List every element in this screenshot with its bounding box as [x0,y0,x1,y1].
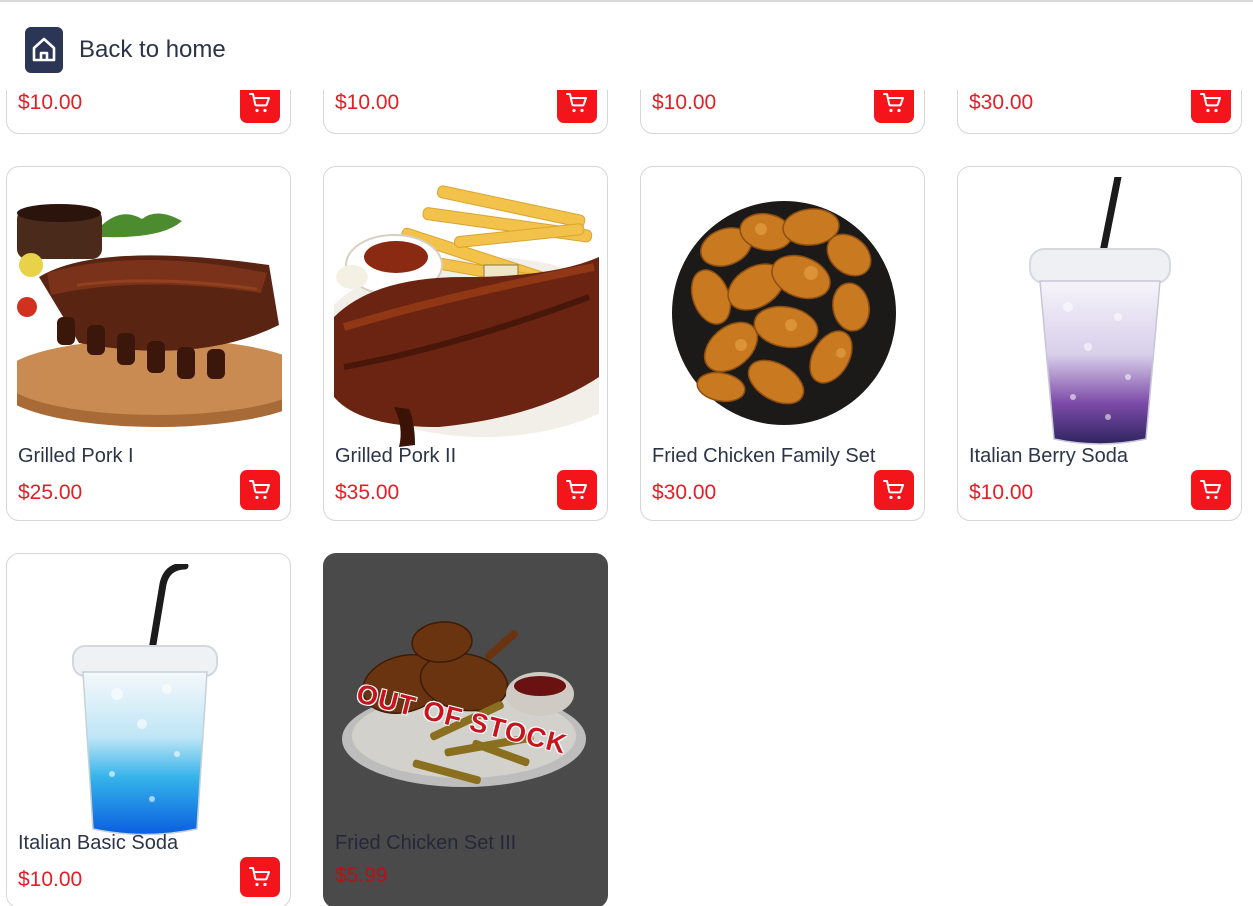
product-image [651,177,916,452]
cart-icon [1200,93,1221,113]
back-to-home-label: Back to home [79,36,226,63]
product-price: $35.00 [335,481,400,504]
product-price: $10.00 [652,91,717,114]
product-name: Italian Basic Soda [18,832,179,854]
product-price: $30.00 [652,481,717,504]
product-price: $30.00 [969,91,1034,114]
product-card[interactable]: Fried Chicken Family Set $30.00 [640,166,925,521]
product-card[interactable]: Grilled Pork II $35.00 [323,166,608,521]
back-to-home-link[interactable]: Back to home [25,27,226,73]
product-price: $10.00 [18,868,83,891]
product-image [324,177,607,452]
product-name: Grilled Pork II [335,445,457,467]
cart-icon [566,93,587,113]
product-name: Fried Chicken Set III [335,832,517,854]
product-price: $10.00 [18,91,83,114]
product-image [7,177,290,452]
cart-icon [566,480,587,500]
cart-icon [249,93,270,113]
product-price: $25.00 [18,481,83,504]
add-to-cart-button[interactable] [240,470,280,510]
product-card[interactable]: Grilled Pork I $25.00 [6,166,291,521]
add-to-cart-button[interactable] [240,857,280,897]
product-card[interactable]: Italian Berry Soda $10.00 [957,166,1242,521]
product-price: $10.00 [969,481,1034,504]
product-image [968,173,1233,452]
product-card[interactable]: Italian Basic Soda $10.00 [6,553,291,906]
page-header: Back to home [0,2,1253,90]
add-to-cart-button[interactable] [874,470,914,510]
cart-icon [883,480,904,500]
product-image [17,562,282,839]
add-to-cart-button[interactable] [1191,470,1231,510]
product-name: Fried Chicken Family Set [652,445,876,467]
cart-icon [249,480,270,500]
product-name: Grilled Pork I [18,445,134,467]
cart-icon [883,93,904,113]
cart-icon [1200,480,1221,500]
product-card-out-of-stock: OUT OF STOCK Fried Chicken Set III $5.99 [323,553,608,906]
product-price: $5.99 [335,864,388,887]
product-price: $10.00 [335,91,400,114]
add-to-cart-button[interactable] [557,470,597,510]
cart-icon [249,867,270,887]
product-name: Italian Berry Soda [969,445,1128,467]
home-icon [25,27,63,73]
